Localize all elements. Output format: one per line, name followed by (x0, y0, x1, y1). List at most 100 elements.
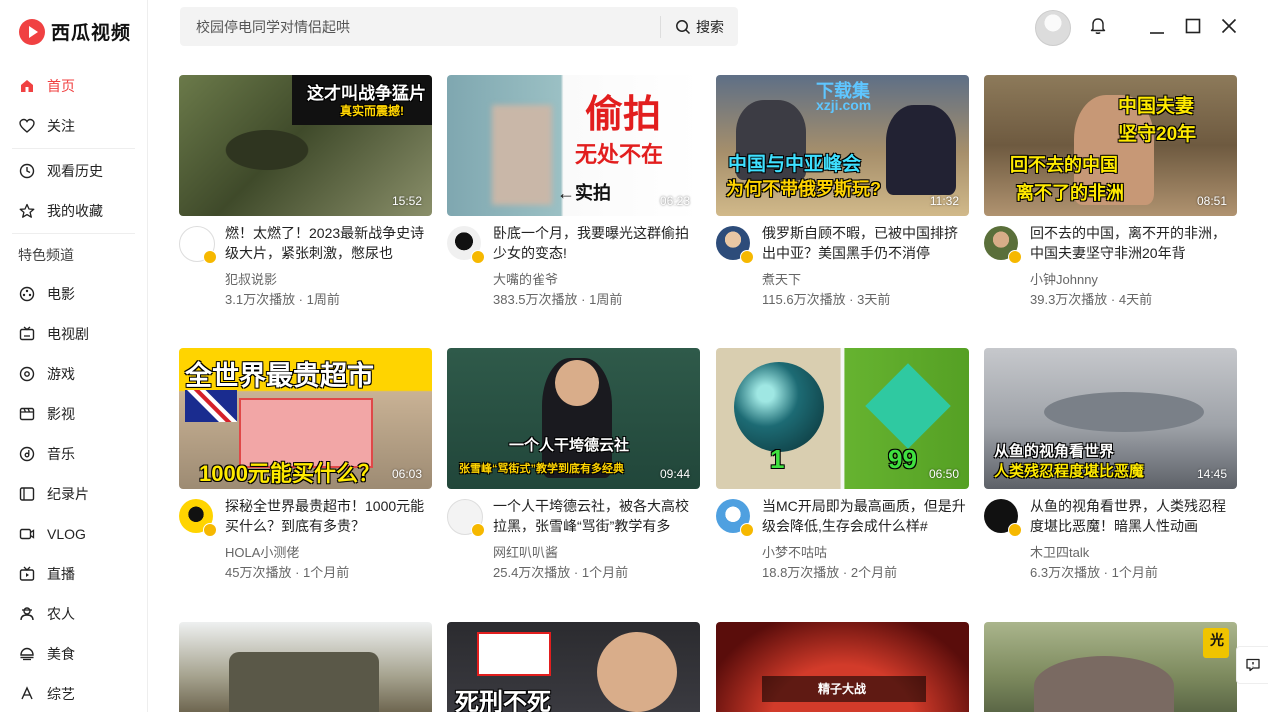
video-thumbnail[interactable]: 偷拍 无处不在 ←实拍 06:23 (447, 75, 700, 216)
channel-name[interactable]: 煮天下 (762, 269, 801, 288)
sidebar-item-label: 综艺 (47, 686, 75, 702)
channel-name[interactable]: 小钟Johnny (1030, 269, 1098, 288)
sidebar-item-label: 直播 (47, 566, 75, 582)
video-duration: 11:32 (929, 194, 959, 208)
sidebar-item-movie[interactable]: 电影 (0, 274, 147, 314)
sidebar-item-label: VLOG (47, 526, 86, 542)
sidebar-item-music[interactable]: 音乐 (0, 434, 147, 474)
user-avatar[interactable] (1035, 10, 1071, 46)
close-button[interactable] (1220, 17, 1238, 40)
minimize-button[interactable] (1148, 17, 1166, 40)
close-icon (1221, 18, 1237, 34)
video-stats: 45万次播放 · 1个月前 (225, 565, 350, 580)
video-card[interactable]: 精子大战 (716, 622, 969, 712)
video-duration: 15:52 (391, 194, 422, 208)
notification-button[interactable] (1089, 16, 1107, 41)
sidebar-item-follow[interactable]: 关注 (0, 106, 147, 146)
video-thumbnail[interactable] (179, 622, 432, 712)
sidebar-item-food[interactable]: 美食 (0, 634, 147, 674)
video-title[interactable]: 卧底一个月，我要曝光这群偷拍少女的变态! (493, 223, 700, 263)
video-card[interactable]: 死刑不死 (447, 622, 700, 712)
video-card[interactable]: 偷拍 无处不在 ←实拍 06:23 卧底一个月，我要曝光这群偷拍少女的变态! 大… (447, 75, 700, 307)
sidebar-item-label: 游戏 (47, 366, 75, 382)
sidebar-item-live[interactable]: 直播 (0, 554, 147, 594)
video-title[interactable]: 探秘全世界最贵超市！1000元能买什么？到底有多贵？ (225, 496, 432, 536)
video-title[interactable]: 俄罗斯自顾不暇，已被中国排挤出中亚？美国黑手仍不消停 (762, 223, 969, 263)
video-title[interactable]: 从鱼的视角看世界，人类残忍程度堪比恶魔！暗黑人性动画 (1030, 496, 1237, 536)
video-card[interactable]: 下载集 xzji.com 中国与中亚峰会 为何不带俄罗斯玩? 11:32 俄罗斯… (716, 75, 969, 307)
thumbnail-caption: 无处不在 (575, 142, 664, 167)
minimize-icon (1150, 32, 1164, 34)
live-icon (18, 565, 36, 583)
maximize-button[interactable] (1184, 17, 1202, 40)
video-thumbnail[interactable]: 死刑不死 (447, 622, 700, 712)
video-thumbnail[interactable]: 一个人干垮德云社 张雪峰“骂街式”教学到底有多经典 09:44 (447, 348, 700, 489)
video-duration: 06:23 (659, 194, 690, 208)
video-card[interactable]: 中国夫妻 坚守20年 回不去的中国 离不了的非洲 08:51 回不去的中国，离不… (984, 75, 1237, 307)
sidebar-item-film-tv[interactable]: 影视 (0, 394, 147, 434)
video-thumbnail[interactable]: 精子大战 (716, 622, 969, 712)
sidebar-item-favorites[interactable]: 我的收藏 (0, 191, 147, 231)
thumbnail-caption: 1000元能买什么？ (199, 461, 380, 486)
video-thumbnail[interactable]: 这才叫战争猛片 真实而震撼! 15:52 (179, 75, 432, 216)
search-bar: 搜索 (180, 6, 738, 47)
clock-icon (18, 162, 36, 180)
video-card[interactable] (179, 622, 432, 712)
channel-name[interactable]: HOLA小测佬 (225, 542, 299, 561)
search-input[interactable] (180, 6, 660, 47)
thumbnail-caption: 偷拍 (585, 94, 662, 136)
sidebar-item-home[interactable]: 首页 (0, 66, 147, 106)
video-title[interactable]: 回不去的中国，离不开的非洲，中国夫妻坚守非洲20年背 (1030, 223, 1237, 263)
channel-name[interactable]: 犯叔说影 (225, 269, 277, 288)
tv-icon (18, 325, 36, 343)
thumbnail-caption: 中国与中亚峰会 (728, 154, 862, 175)
channel-name[interactable]: 木卫四talk (1030, 542, 1089, 561)
video-duration: 09:44 (659, 467, 690, 481)
thumbnail-caption: 99 (888, 444, 917, 474)
video-title[interactable]: 燃！太燃了！2023最新战争史诗级大片，紧张刺激，憋尿也 (225, 223, 432, 263)
verified-badge-icon (1008, 523, 1022, 537)
top-bar: 搜索 (148, 0, 1268, 55)
sidebar-item-documentary[interactable]: 纪录片 (0, 474, 147, 514)
video-card[interactable]: 这才叫战争猛片 真实而震撼! 15:52 燃！太燃了！2023最新战争史诗级大片… (179, 75, 432, 307)
channel-name[interactable]: 小梦不咕咕 (762, 542, 827, 561)
video-title[interactable]: 一个人干垮德云社，被各大高校拉黑，张雪峰“骂街”教学有多 (493, 496, 700, 536)
app-logo[interactable]: 西瓜视频 (19, 18, 131, 45)
thumbnail-caption: ←实拍 (557, 183, 611, 203)
search-button-label: 搜索 (696, 18, 724, 35)
gamepad-icon (18, 365, 36, 383)
camera-icon (18, 525, 36, 543)
sidebar-item-farmer[interactable]: 农人 (0, 594, 147, 634)
channel-name[interactable]: 网红叭叭酱 (493, 542, 558, 561)
video-thumbnail[interactable]: 1 99 06:50 (716, 348, 969, 489)
video-stats: 383.5万次播放 · 1周前 (493, 292, 623, 307)
channel-name[interactable]: 大嘴的雀爷 (493, 269, 558, 288)
sidebar-item-tv[interactable]: 电视剧 (0, 314, 147, 354)
watermark-text: xzji.com (816, 97, 872, 113)
sidebar-item-variety[interactable]: 综艺 (0, 674, 147, 714)
video-thumbnail[interactable]: 下载集 xzji.com 中国与中亚峰会 为何不带俄罗斯玩? 11:32 (716, 75, 969, 216)
video-meta: 当MC开局即为最高画质，但是升级会降低,生存会成什么样# 小梦不咕咕 18.8万… (716, 489, 969, 580)
sidebar-divider (12, 148, 135, 149)
video-card[interactable]: 一个人干垮德云社 张雪峰“骂街式”教学到底有多经典 09:44 一个人干垮德云社… (447, 348, 700, 580)
feedback-button[interactable] (1236, 646, 1268, 684)
video-thumbnail[interactable]: 中国夫妻 坚守20年 回不去的中国 离不了的非洲 08:51 (984, 75, 1237, 216)
video-thumbnail[interactable]: 光 (984, 622, 1237, 712)
sidebar-item-label: 我的收藏 (47, 203, 103, 219)
sidebar-item-game[interactable]: 游戏 (0, 354, 147, 394)
video-thumbnail[interactable]: 全世界最贵超市 1000元能买什么？ 06:03 (179, 348, 432, 489)
video-card[interactable]: 从鱼的视角看世界 人类残忍程度堪比恶魔 14:45 从鱼的视角看世界，人类残忍程… (984, 348, 1237, 580)
video-thumbnail[interactable]: 从鱼的视角看世界 人类残忍程度堪比恶魔 14:45 (984, 348, 1237, 489)
video-card[interactable]: 1 99 06:50 当MC开局即为最高画质，但是升级会降低,生存会成什么样# … (716, 348, 969, 580)
heart-icon (18, 117, 36, 135)
verified-badge-icon (740, 250, 754, 264)
film-reel-icon (18, 285, 36, 303)
sidebar-item-vlog[interactable]: VLOG (0, 514, 147, 554)
video-card[interactable]: 全世界最贵超市 1000元能买什么？ 06:03 探秘全世界最贵超市！1000元… (179, 348, 432, 580)
video-title[interactable]: 当MC开局即为最高画质，但是升级会降低,生存会成什么样# (762, 496, 969, 536)
video-card[interactable]: 光 (984, 622, 1237, 712)
sidebar-item-history[interactable]: 观看历史 (0, 151, 147, 191)
sidebar-item-label: 观看历史 (47, 163, 103, 179)
thumbnail-caption: 回不去的中国 (1010, 155, 1118, 175)
search-button[interactable]: 搜索 (660, 15, 738, 38)
